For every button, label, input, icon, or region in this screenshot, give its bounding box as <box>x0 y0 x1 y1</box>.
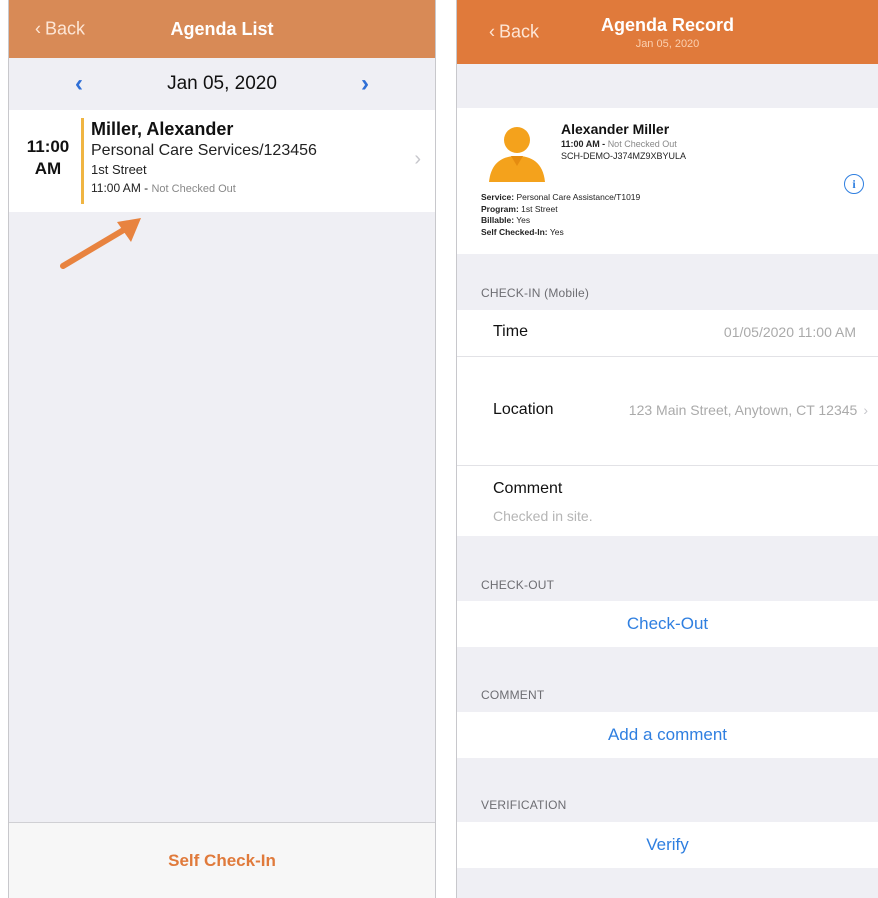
checkin-time-row: Time 01/05/2020 11:00 AM <box>457 310 878 356</box>
service-row: Service: Personal Care Assistance/T1019 <box>481 192 640 204</box>
checkin-comment-row: Comment Checked in site. <box>457 466 878 536</box>
appointment-details: Service: Personal Care Assistance/T1019 … <box>481 192 640 238</box>
self-checked-in-value: Yes <box>549 226 564 237</box>
page-title: Agenda List <box>170 18 274 39</box>
program-value: 1st Street <box>521 203 558 214</box>
appointment-time-hour: 11:00 <box>26 137 70 156</box>
self-check-in-button[interactable]: Self Check-In <box>168 851 276 871</box>
appointment-status: 11:00 AM - Not Checked Out <box>561 138 686 150</box>
client-info: Alexander Miller 11:00 AM - Not Checked … <box>561 120 686 162</box>
verify-label: Verify <box>646 835 689 854</box>
client-summary-card: Alexander Miller 11:00 AM - Not Checked … <box>457 108 878 254</box>
billable-row: Billable: Yes <box>481 215 640 227</box>
program-label: Program: <box>481 203 519 214</box>
screenshot-stage: ‹ Back Agenda List ‹ Jan 05, 2020 › 11:0… <box>0 0 878 898</box>
checkin-location-value-wrap: 123 Main Street, Anytown, CT 12345 › <box>629 402 868 418</box>
chevron-left-icon: ‹ <box>35 18 41 39</box>
next-date-icon[interactable]: › <box>361 70 369 98</box>
page-subtitle: Jan 05, 2020 <box>635 37 700 50</box>
back-button[interactable]: ‹ Back <box>489 22 539 43</box>
appointment-time-ampm: AM <box>34 159 62 178</box>
program-row: Program: 1st Street <box>481 204 640 216</box>
chevron-left-icon: ‹ <box>489 21 495 42</box>
checkin-location-label: Location <box>493 401 554 418</box>
agenda-list-screen: ‹ Back Agenda List ‹ Jan 05, 2020 › 11:0… <box>8 0 436 898</box>
service-name: Personal Care Services/123456 <box>91 142 317 159</box>
chevron-right-icon: › <box>414 148 421 170</box>
status-time: 11:00 AM - <box>91 181 152 195</box>
back-label: Back <box>45 18 86 39</box>
check-out-label: Check-Out <box>626 614 709 633</box>
checkin-time-label: Time <box>493 323 528 340</box>
date-selector: ‹ Jan 05, 2020 › <box>9 58 435 110</box>
add-comment-button[interactable]: Add a comment <box>457 712 878 758</box>
status-color-bar <box>81 118 84 204</box>
agenda-record-screen: ‹ Back Agenda Record Jan 05, 2020 Alexan… <box>456 0 878 898</box>
checkout-section-header: CHECK-OUT <box>481 578 555 592</box>
page-title-group: Agenda Record Jan 05, 2020 <box>601 15 734 50</box>
check-out-button[interactable]: Check-Out <box>457 601 878 647</box>
arrow-pointer-icon <box>60 218 141 269</box>
client-name: Miller, Alexander <box>91 119 234 139</box>
service-value: Personal Care Assistance/T1019 <box>516 192 641 202</box>
info-circle-icon[interactable]: i <box>844 174 864 194</box>
checkin-section-header: CHECK-IN (Mobile) <box>481 286 590 300</box>
client-name: Alexander Miller <box>561 121 670 137</box>
appointment-details: Miller, Alexander Personal Care Services… <box>91 118 405 199</box>
verify-button[interactable]: Verify <box>457 822 878 868</box>
agenda-list-item[interactable]: 11:00 AM Miller, Alexander Personal Care… <box>9 110 435 212</box>
appointment-time: 11:00 AM <box>19 136 77 180</box>
checkin-comment-value: Checked in site. <box>493 508 593 524</box>
nav-bar: ‹ Back Agenda List <box>9 0 435 58</box>
person-avatar-icon <box>489 127 545 182</box>
current-date: Jan 05, 2020 <box>167 73 277 94</box>
checkin-location-row[interactable]: Location 123 Main Street, Anytown, CT 12… <box>457 357 878 465</box>
billable-value: Yes <box>516 215 531 225</box>
add-comment-label: Add a comment <box>607 725 728 744</box>
self-checked-in-label: Self Checked-In: <box>481 226 548 237</box>
back-button[interactable]: ‹ Back <box>35 19 85 40</box>
nav-bar: ‹ Back Agenda Record Jan 05, 2020 <box>457 0 878 64</box>
self-checked-in-row: Self Checked-In: Yes <box>481 227 640 239</box>
service-label: Service: <box>481 192 515 202</box>
program-name: 1st Street <box>91 162 147 177</box>
checkin-location-value: 123 Main Street, Anytown, CT 12345 <box>628 402 858 418</box>
back-label: Back <box>499 21 540 42</box>
previous-date-icon[interactable]: ‹ <box>75 70 83 98</box>
page-title: Agenda Record <box>600 14 735 35</box>
comment-section-header: COMMENT <box>481 688 545 702</box>
bottom-toolbar: Self Check-In <box>9 822 435 898</box>
appointment-status: 11:00 AM - Not Checked Out <box>91 178 405 199</box>
billable-label: Billable: <box>481 215 515 225</box>
schedule-id: SCH-DEMO-J374MZ9XBYULA <box>561 151 687 161</box>
checkin-comment-label: Comment <box>493 480 563 497</box>
checkin-time-value: 01/05/2020 11:00 AM <box>723 324 856 340</box>
status-time: 11:00 AM - <box>561 139 608 149</box>
status-text: Not Checked Out <box>607 139 677 149</box>
chevron-right-icon: › <box>863 402 868 418</box>
status-text: Not Checked Out <box>151 183 236 195</box>
verification-section-header: VERIFICATION <box>481 798 567 812</box>
